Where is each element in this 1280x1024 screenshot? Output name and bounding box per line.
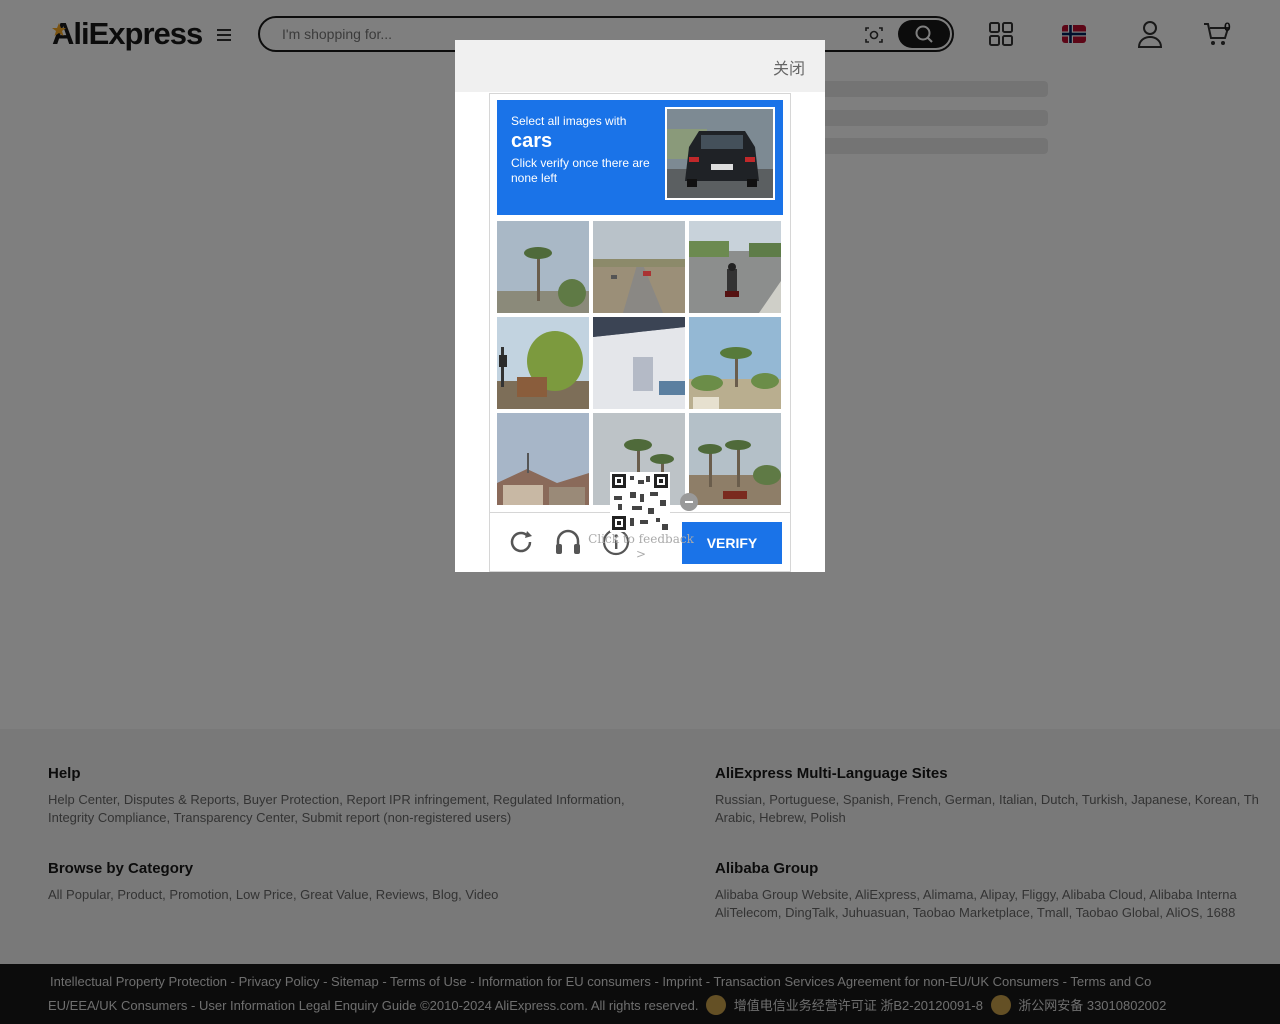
close-qr-icon[interactable]: [680, 493, 698, 511]
captcha-tile[interactable]: [497, 413, 589, 505]
verify-button[interactable]: VERIFY: [682, 522, 782, 564]
sample-car-image: [665, 107, 775, 200]
target-object: cars: [511, 130, 553, 152]
instruction-hint: Click verify once there are none left: [511, 156, 650, 185]
challenge-header: Select all images with cars Click verify…: [497, 100, 783, 215]
feedback-link[interactable]: Click to feedback >: [588, 532, 694, 562]
instruction-text: Select all images with: [511, 114, 627, 128]
captcha-tile[interactable]: [689, 413, 781, 505]
captcha-tile[interactable]: [689, 317, 781, 409]
audio-challenge-icon[interactable]: [553, 527, 583, 557]
modal-header: 关闭: [455, 40, 825, 92]
reload-icon[interactable]: [506, 527, 536, 557]
captcha-tile[interactable]: [497, 221, 589, 313]
captcha-tile[interactable]: [689, 221, 781, 313]
close-button[interactable]: 关闭: [773, 55, 805, 79]
captcha-tile[interactable]: [593, 317, 685, 409]
captcha-tile[interactable]: [497, 317, 589, 409]
image-grid: [497, 221, 783, 507]
feedback-qr-code[interactable]: [610, 472, 670, 532]
captcha-tile[interactable]: [593, 221, 685, 313]
